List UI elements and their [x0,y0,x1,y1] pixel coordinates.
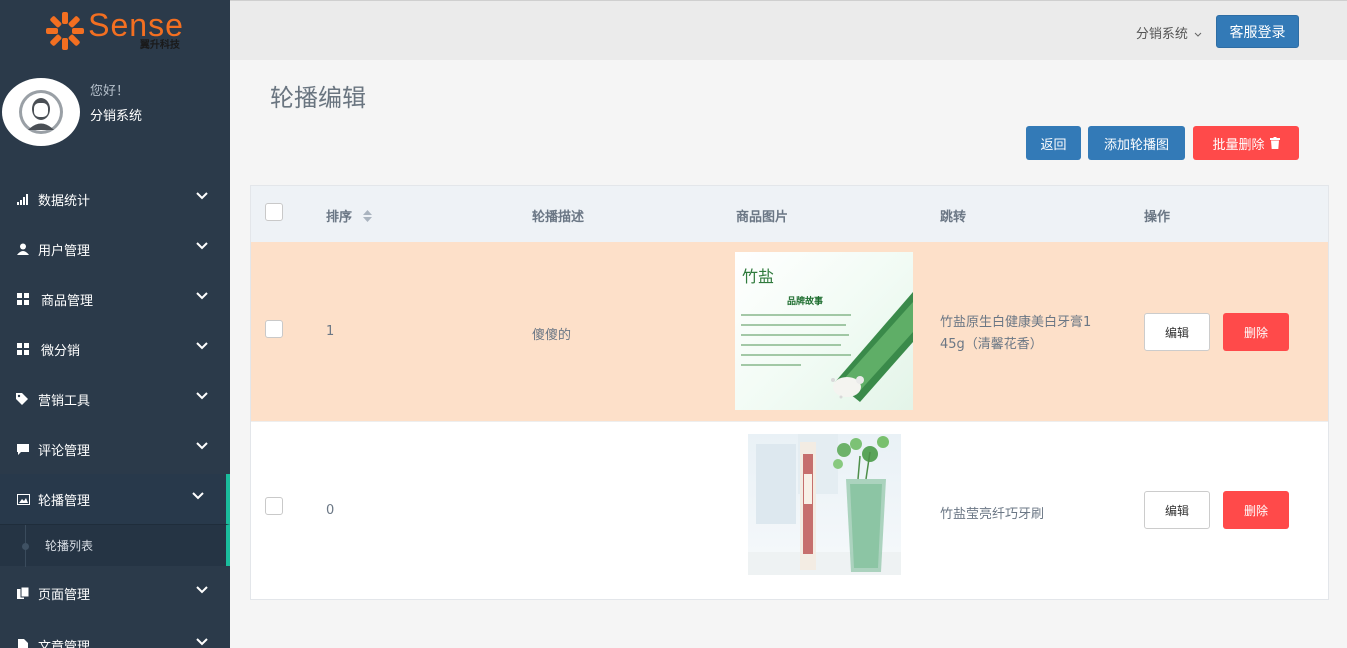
sidebar-item-label: 轮播管理 [38,493,91,509]
column-header-jump: 跳转 [940,210,967,225]
row-jump-line: 45g（清馨花香） [940,337,1043,352]
table-header: 排序 轮播描述 商品图片 跳转 操作 [251,186,1328,242]
row-checkbox[interactable] [265,497,283,515]
row-order: 1 [326,324,335,339]
sidebar-item-label: 用户管理 [38,243,91,259]
sidebar-item-label: 营销工具 [38,393,91,409]
grid-icon [15,291,31,307]
select-all-checkbox[interactable] [265,203,283,221]
sidebar-item-articles[interactable]: 文章管理 [0,620,230,648]
sidebar-item-marketing[interactable]: 营销工具 [0,374,230,424]
chevron-down-icon [196,586,208,594]
row-jump-line: 竹盐原生白健康美白牙膏1 [940,315,1092,330]
page-title: 轮播编辑 [270,84,366,112]
avatar-person-icon [19,90,63,134]
sidebar-item-data-stats[interactable]: 数据统计 [0,174,230,224]
delete-button[interactable]: 删除 [1223,313,1289,351]
product-image[interactable] [748,434,901,575]
chevron-down-icon [196,638,208,646]
row-jump: 竹盐莹亮纤巧牙刷 [940,507,1045,522]
brand-name: Sense [88,7,184,43]
bullet-icon [22,543,29,550]
trash-icon [1269,137,1280,149]
edit-button[interactable]: 编辑 [1144,491,1210,529]
row-description: 傻傻的 [532,328,572,343]
chevron-down-icon [196,192,208,200]
row-checkbox[interactable] [265,320,283,338]
sidebar-item-label: 文章管理 [38,639,91,648]
carousel-table: 排序 轮播描述 商品图片 跳转 操作 1 傻傻的 竹盐 品牌故事 竹盐原生白健康… [250,185,1329,600]
brand-subtitle: 翼升科技 [139,40,180,51]
customer-service-login-button[interactable]: 客服登录 [1216,15,1299,48]
product-image[interactable]: 竹盐 品牌故事 [735,252,913,410]
sidebar-item-products[interactable]: 商品管理 [0,274,230,324]
column-header-ops: 操作 [1144,210,1171,225]
chevron-down-icon [196,342,208,350]
logo[interactable]: Sense 翼升科技 [0,0,230,62]
batch-delete-button[interactable]: 批量删除 [1193,126,1299,160]
edit-button[interactable]: 编辑 [1144,313,1210,351]
chevron-down-icon [1194,32,1202,37]
svg-text:竹盐: 竹盐 [742,267,774,286]
file-icon [15,637,31,648]
sidebar-item-comments[interactable]: 评论管理 [0,424,230,474]
avatar[interactable] [2,78,80,146]
row-jump: 竹盐原生白健康美白牙膏1 45g（清馨花香） [940,312,1091,356]
chevron-down-icon [196,442,208,450]
column-header-image: 商品图片 [736,210,789,225]
grid-icon [15,341,31,357]
sidebar-subitem-carousel-list[interactable]: 轮播列表 [0,524,230,567]
sidebar-item-label: 商品管理 [41,293,94,309]
topbar: 分销系统 客服登录 [230,0,1347,60]
column-header-sort[interactable]: 排序 [326,206,372,225]
user-greeting: 您好！ [90,84,130,99]
sidebar-item-distribution[interactable]: 微分销 [0,324,230,374]
user-icon [15,241,31,257]
system-dropdown[interactable]: 分销系统 [1136,23,1202,42]
image-icon [15,491,31,507]
row-order: 0 [326,503,335,518]
sidebar-item-label: 数据统计 [38,193,91,209]
sidebar-menu: 数据统计 用户管理 商品管理 微分销 营销工具 评论管理 轮播管理 轮播列表 页… [0,174,230,648]
back-button[interactable]: 返回 [1026,126,1081,160]
bar-chart-icon [15,191,31,207]
sidebar-item-label: 微分销 [41,343,81,359]
sidebar-item-users[interactable]: 用户管理 [0,224,230,274]
sidebar-item-pages[interactable]: 页面管理 [0,566,230,620]
chevron-down-icon [196,292,208,300]
sidebar: Sense 翼升科技 您好！ 分销系统 数据统计 用户管理 商品管理 微分销 营… [0,0,230,648]
add-carousel-button[interactable]: 添加轮播图 [1088,126,1185,160]
logo-sun-icon [46,12,85,50]
tags-icon [15,391,31,407]
toothbrush-image [748,434,901,575]
sidebar-item-label: 评论管理 [38,443,91,459]
user-name: 分销系统 [90,109,143,124]
column-header-label: 排序 [326,210,353,225]
chevron-down-icon [192,492,204,500]
delete-button[interactable]: 删除 [1223,491,1289,529]
chevron-down-icon [196,392,208,400]
comment-icon [15,441,31,457]
sidebar-subitem-label: 轮播列表 [45,539,94,553]
table-row: 1 傻傻的 竹盐 品牌故事 竹盐原生白健康美白牙膏1 45g（清馨花香） 编辑 … [251,242,1328,421]
sidebar-item-label: 页面管理 [38,587,91,603]
user-panel: 您好！ 分销系统 [0,62,230,162]
sort-icon [362,210,372,222]
chevron-down-icon [196,242,208,250]
column-header-desc: 轮播描述 [532,210,585,225]
system-dropdown-label: 分销系统 [1135,27,1188,42]
batch-delete-label: 批量删除 [1212,137,1265,153]
bamboo-salt-image: 竹盐 品牌故事 [741,267,913,402]
svg-text:品牌故事: 品牌故事 [787,295,823,307]
files-icon [15,585,31,601]
table-row: 0 竹盐莹亮纤巧牙刷 编辑 删除 [251,421,1328,599]
sidebar-item-carousel[interactable]: 轮播管理 [0,474,230,524]
